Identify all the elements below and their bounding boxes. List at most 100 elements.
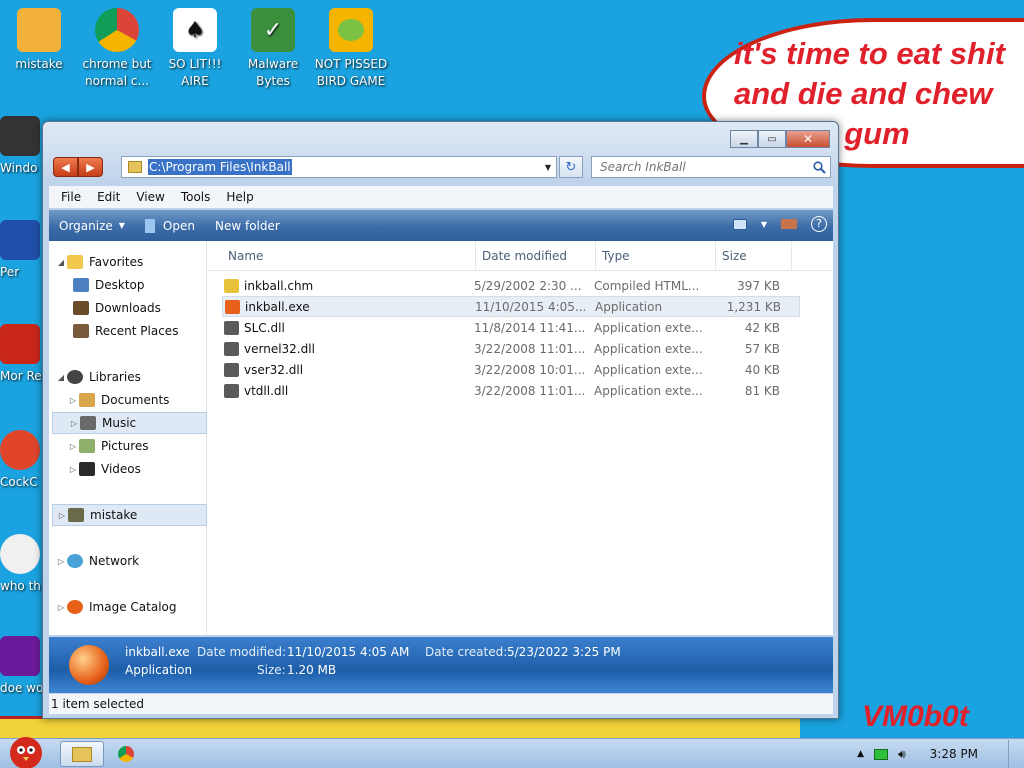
address-bar[interactable]: C:\Program Files\InkBall ▼: [121, 156, 557, 178]
file-row[interactable]: vser32.dll 3/22/2008 10:01... Application …: [222, 359, 800, 380]
nav-label: Network: [89, 554, 140, 568]
chevron-down-icon: ▼: [118, 221, 125, 230]
file-date: 3/22/2008 10:01...: [474, 362, 586, 377]
nav-image-catalog[interactable]: ▷ Image Catalog: [55, 596, 213, 618]
column-size[interactable]: Size: [716, 241, 792, 271]
command-bar: Organize ▼ Open New folder ▼ ?: [49, 210, 833, 241]
desktop-icon-left-5[interactable]: who th uses: [0, 534, 42, 595]
desktop-icon-left-4[interactable]: CockC: [0, 430, 42, 491]
nav-mistake[interactable]: ▷ mistake: [52, 504, 207, 526]
address-path[interactable]: C:\Program Files\InkBall: [148, 159, 292, 175]
chevron-down-icon[interactable]: ▼: [761, 220, 767, 229]
file-icon: [225, 299, 240, 314]
star-icon: [67, 255, 83, 269]
expand-icon[interactable]: ▷: [55, 603, 67, 612]
window-controls: ▁ ▭ ✕: [730, 130, 830, 148]
desktop-icon-chrome[interactable]: chrome but normal c...: [78, 8, 156, 90]
nav-pictures[interactable]: ▷ Pictures: [67, 435, 225, 457]
volume-icon[interactable]: 🔊︎: [898, 747, 906, 762]
app-icon: [0, 220, 40, 260]
expand-icon[interactable]: ▷: [55, 557, 67, 566]
expand-icon[interactable]: ▷: [67, 465, 79, 474]
bubble-line-1: it's time to eat shit: [734, 36, 1005, 71]
nav-music[interactable]: ▷ Music: [52, 412, 207, 434]
desktop-icon-pissed-bird[interactable]: NOT PISSED BIRD GAME: [312, 8, 390, 90]
file-row[interactable]: vernel32.dll 3/22/2008 11:01... Applicatio…: [222, 338, 800, 359]
desktop-icon-label: Malware Bytes: [247, 57, 299, 88]
taskbar: ▲ 🔊︎ 3:28 PM: [0, 737, 1024, 768]
taskbar-chrome[interactable]: [104, 741, 148, 767]
details-date-modified-label: Date modified:: [197, 645, 287, 659]
desktop-icon-left-3[interactable]: Mor Rea: [0, 324, 42, 385]
file-size: 397 KB: [737, 278, 780, 293]
menu-edit[interactable]: Edit: [89, 190, 128, 204]
menu-help[interactable]: Help: [218, 190, 261, 204]
details-file-name: inkball.exe: [125, 645, 190, 659]
expand-icon[interactable]: ▷: [56, 511, 68, 520]
organize-button[interactable]: Organize ▼: [49, 219, 135, 233]
documents-icon: [79, 393, 95, 407]
refresh-button[interactable]: ↻: [559, 156, 583, 178]
show-hidden-icons[interactable]: ▲: [857, 749, 864, 759]
expand-icon[interactable]: ▷: [67, 396, 79, 405]
expand-icon[interactable]: ▷: [67, 442, 79, 451]
explorer-window: ▁ ▭ ✕ ◀ ▶ C:\Program Files\InkBall ▼ ↻ F…: [42, 121, 839, 719]
preview-pane-icon[interactable]: [781, 219, 797, 229]
yahoo-icon: [0, 636, 40, 676]
column-type[interactable]: Type: [596, 241, 716, 271]
maximize-button[interactable]: ▭: [758, 130, 786, 148]
back-button[interactable]: ◀: [53, 157, 78, 177]
computer-icon: [68, 508, 84, 522]
view-options-icon[interactable]: [732, 218, 747, 230]
nav-label: Favorites: [89, 255, 144, 269]
desktop-icon-left-1[interactable]: Windo Vis: [0, 116, 42, 177]
start-button[interactable]: [4, 731, 48, 768]
expand-icon[interactable]: ▷: [68, 419, 80, 428]
desktop-icon-left-2[interactable]: Per: [0, 220, 42, 281]
desktop-icon-malwarebytes[interactable]: ✓ Malware Bytes: [234, 8, 312, 90]
show-desktop-button[interactable]: [1008, 740, 1018, 768]
file-row[interactable]: SLC.dll 11/8/2014 11:41... Application ext…: [222, 317, 800, 338]
clock[interactable]: 3:28 PM: [930, 747, 978, 761]
file-type: Application exte...: [594, 320, 703, 335]
nav-network[interactable]: ▷ Network: [55, 550, 213, 572]
file-name: vernel32.dll: [244, 341, 315, 356]
close-button[interactable]: ✕: [786, 130, 830, 148]
help-icon[interactable]: ?: [811, 216, 827, 232]
minimize-button[interactable]: ▁: [730, 130, 758, 148]
image-catalog-icon: [67, 600, 83, 614]
new-folder-button[interactable]: New folder: [205, 219, 290, 233]
file-row[interactable]: inkball.exe 11/10/2015 4:05... Application…: [222, 296, 800, 317]
column-date-modified[interactable]: Date modified: [476, 241, 596, 271]
search-icon[interactable]: [812, 160, 826, 174]
file-row[interactable]: inkball.chm 5/29/2002 2:30 ... Compiled HT…: [222, 275, 800, 296]
nav-videos[interactable]: ▷ Videos: [67, 458, 225, 480]
nav-label: Pictures: [101, 439, 149, 453]
desktop-icon-solitaire[interactable]: ♠ SO LIT!!! AIRE: [156, 8, 234, 90]
nav-favorites[interactable]: ◢ Favorites: [55, 251, 213, 273]
file-icon: [224, 278, 239, 293]
taskbar-explorer[interactable]: [60, 741, 104, 767]
nav-label: Documents: [101, 393, 170, 407]
search-input[interactable]: [592, 157, 802, 177]
nav-documents[interactable]: ▷ Documents: [67, 389, 225, 411]
file-size: 40 KB: [744, 362, 780, 377]
column-name[interactable]: Name: [222, 241, 476, 271]
chevron-down-icon[interactable]: ▼: [540, 157, 556, 177]
desktop-icon-mistake[interactable]: mistake: [0, 8, 78, 73]
desktop-icon-left-6[interactable]: doe work: [0, 636, 42, 697]
open-button[interactable]: Open: [135, 218, 205, 233]
menu-tools[interactable]: Tools: [173, 190, 219, 204]
file-icon: [224, 341, 239, 356]
nav-libraries[interactable]: ◢ Libraries: [55, 366, 213, 388]
file-row[interactable]: vtdll.dll 3/22/2008 11:01... Application e…: [222, 380, 800, 401]
forward-button[interactable]: ▶: [78, 157, 103, 177]
menu-view[interactable]: View: [128, 190, 172, 204]
file-size: 42 KB: [744, 320, 780, 335]
expand-icon[interactable]: ◢: [55, 373, 67, 382]
expand-icon[interactable]: ◢: [55, 258, 67, 267]
network-status-icon[interactable]: [874, 748, 889, 760]
search-box[interactable]: [591, 156, 831, 178]
menu-file[interactable]: File: [53, 190, 89, 204]
nav-label: mistake: [90, 508, 138, 522]
